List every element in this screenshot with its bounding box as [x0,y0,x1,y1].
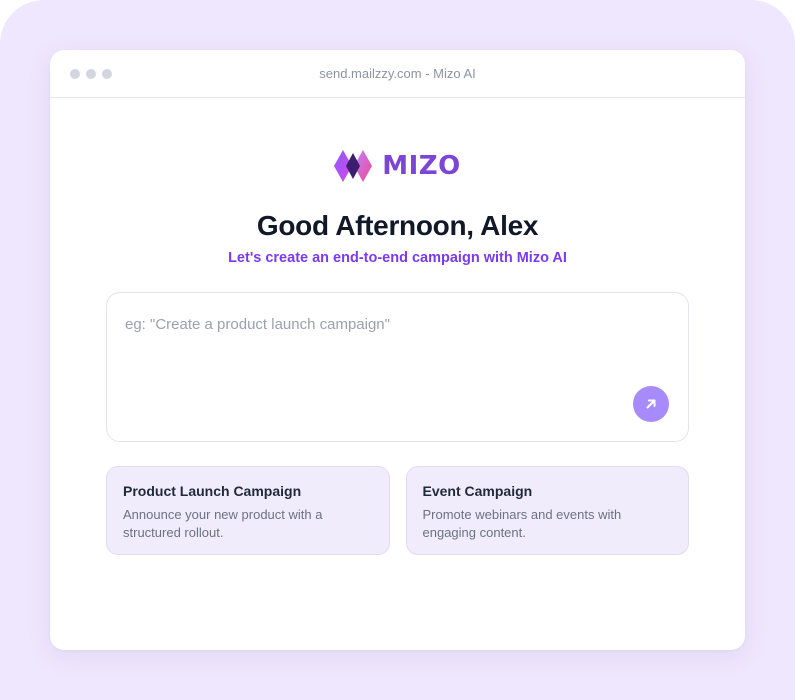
mizo-logo-icon [334,150,373,182]
browser-titlebar: send.mailzzy.com - Mizo AI [50,50,745,98]
browser-url: send.mailzzy.com - Mizo AI [319,66,476,81]
suggestion-cards: Product Launch Campaign Announce your ne… [106,466,689,555]
suggestion-card-event[interactable]: Event Campaign Promote webinars and even… [405,466,689,555]
send-button[interactable] [633,386,669,422]
browser-window: send.mailzzy.com - Mizo AI MIZO Good Aft… [50,50,745,650]
card-description: Announce your new product with a structu… [123,507,323,540]
card-title: Event Campaign [422,483,533,499]
brand-logo: MIZO [50,150,745,182]
page-subtitle: Let's create an end-to-end campaign with… [228,250,567,266]
card-description: Promote webinars and events with engagin… [422,507,622,540]
card-title: Product Launch Campaign [123,483,302,499]
prompt-input[interactable] [125,311,665,337]
brand-name: MIZO [382,151,461,181]
arrow-up-right-icon [646,399,656,409]
page-title: Good Afternoon, Alex [256,210,539,241]
prompt-box [106,292,689,442]
suggestion-card-product-launch[interactable]: Product Launch Campaign Announce your ne… [106,466,390,555]
